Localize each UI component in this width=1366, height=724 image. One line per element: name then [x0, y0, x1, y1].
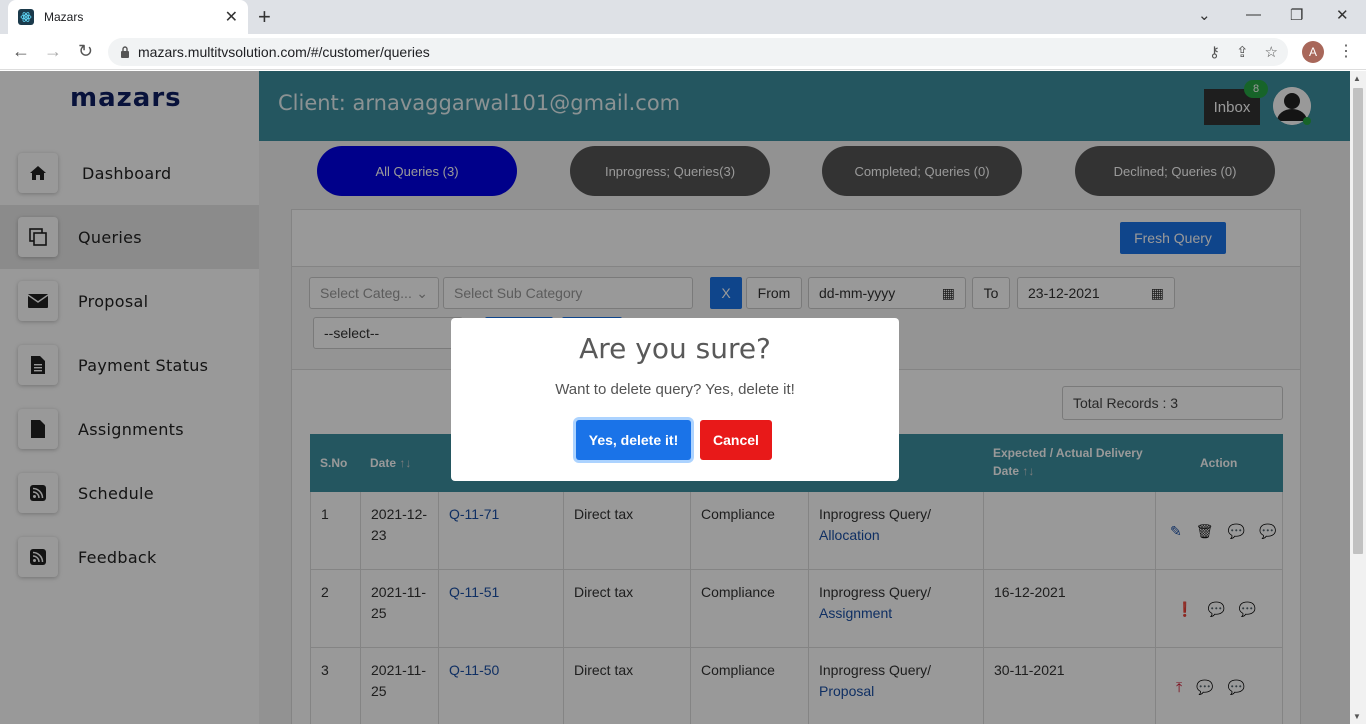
cancel-button[interactable]: Cancel — [700, 420, 772, 460]
react-favicon-icon — [18, 9, 34, 25]
star-icon[interactable]: ☆ — [1265, 43, 1278, 61]
scroll-down-icon[interactable]: ▼ — [1353, 712, 1361, 721]
window-close-icon[interactable]: ✕ — [1336, 6, 1349, 24]
scroll-up-icon[interactable]: ▲ — [1353, 74, 1361, 83]
browser-tabbar: Mazars ✕ + ⌄ — ❐ ✕ — [0, 0, 1366, 34]
browser-toolbar: ← → ↻ mazars.multitvsolution.com/#/custo… — [0, 34, 1366, 70]
forward-icon[interactable]: → — [44, 41, 62, 62]
browser-tab[interactable]: Mazars ✕ — [8, 0, 248, 34]
tab-title: Mazars — [44, 10, 84, 24]
new-tab-icon[interactable]: + — [258, 4, 271, 30]
confirm-delete-button[interactable]: Yes, delete it! — [576, 420, 691, 460]
tab-close-icon[interactable]: ✕ — [225, 7, 238, 27]
share-icon[interactable]: ⇪ — [1236, 43, 1249, 61]
menu-icon[interactable]: ⋮ — [1338, 41, 1354, 61]
dialog-message: Want to delete query? Yes, delete it! — [555, 381, 795, 398]
tab-search-icon[interactable]: ⌄ — [1198, 6, 1211, 24]
reload-icon[interactable]: ↻ — [78, 41, 93, 62]
dialog-title: Are you sure? — [579, 332, 771, 365]
scrollbar-thumb[interactable] — [1353, 88, 1363, 554]
confirm-delete-dialog: Are you sure? Want to delete query? Yes,… — [451, 318, 899, 481]
lock-icon — [121, 46, 129, 58]
url-text: mazars.multitvsolution.com/#/customer/qu… — [138, 44, 430, 60]
address-bar[interactable]: mazars.multitvsolution.com/#/customer/qu… — [108, 38, 1288, 66]
profile-avatar[interactable]: A — [1302, 41, 1324, 63]
restore-icon[interactable]: ❐ — [1290, 6, 1303, 24]
key-icon[interactable]: ⚷ — [1209, 43, 1220, 61]
minimize-icon[interactable]: — — [1246, 6, 1261, 23]
back-icon[interactable]: ← — [12, 41, 30, 62]
